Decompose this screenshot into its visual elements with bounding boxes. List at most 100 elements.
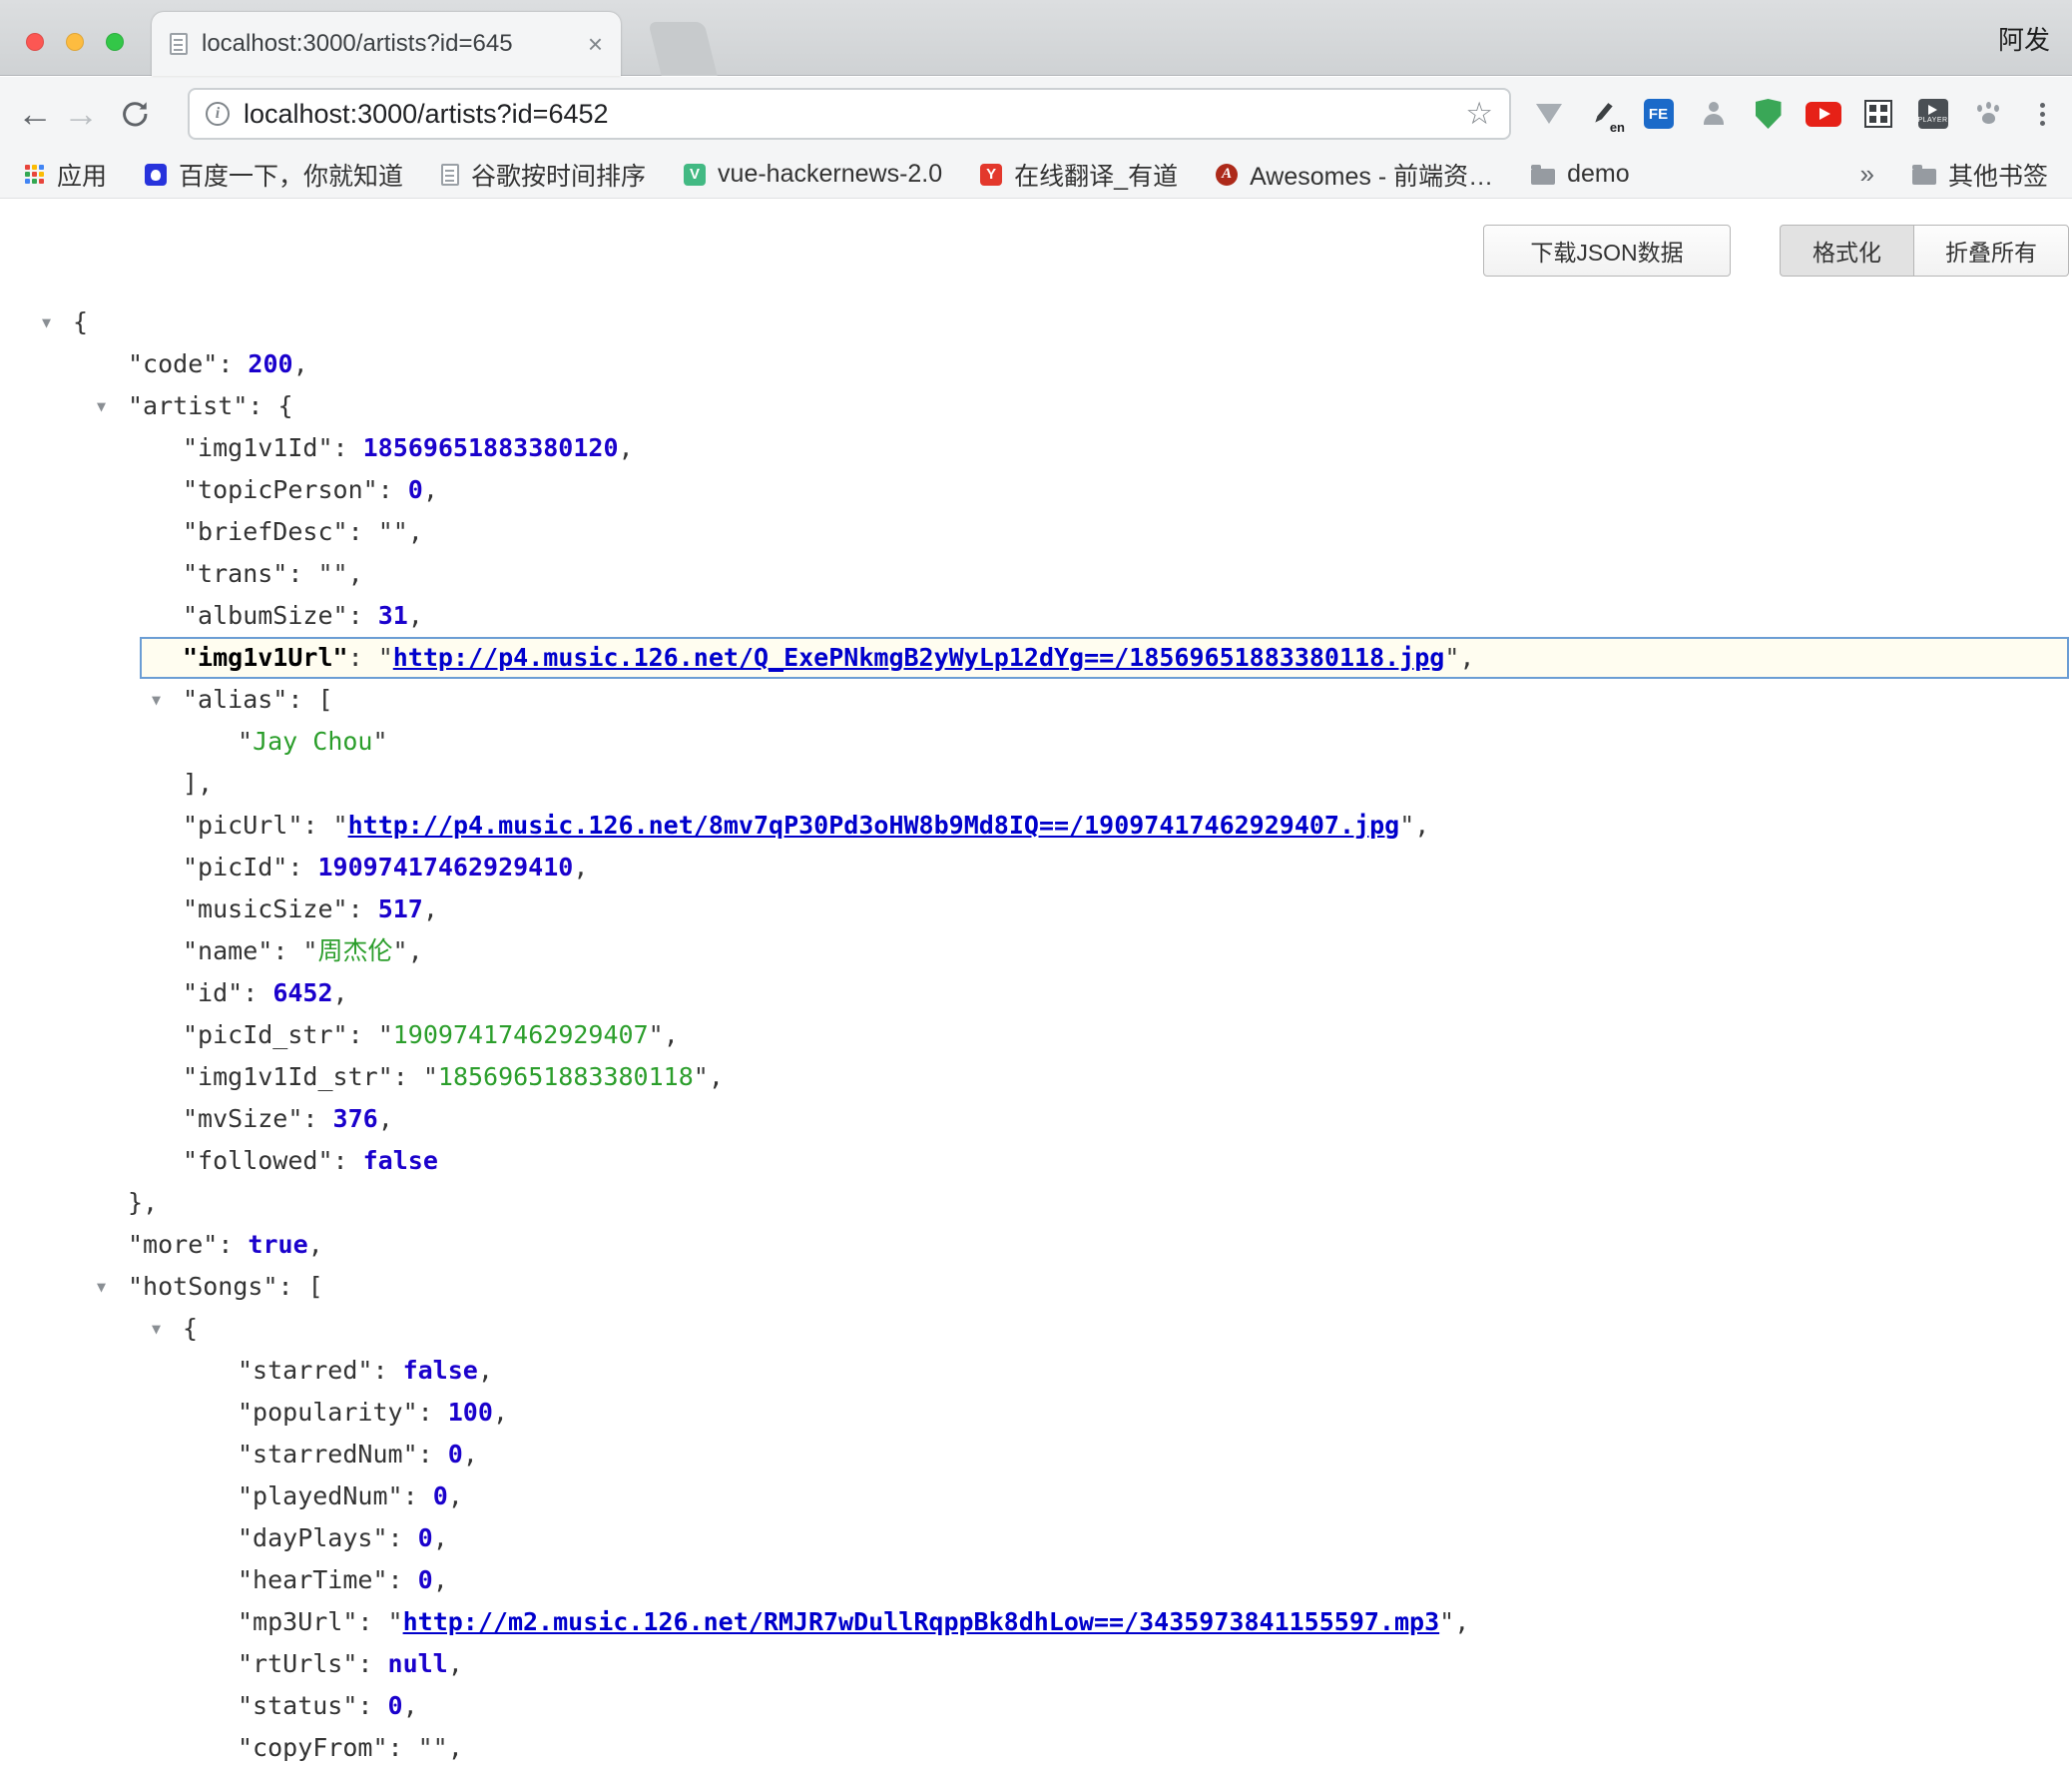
bookmark-item-apps[interactable]: 应用	[24, 157, 107, 193]
json-line: ▼"hotSongs": [	[0, 1266, 2072, 1308]
json-token: ,	[408, 601, 423, 630]
tab-title: localhost:3000/artists?id=645	[202, 30, 574, 58]
json-line: "starred": false,	[0, 1350, 2072, 1392]
json-line: "Jay Chou"	[0, 721, 2072, 763]
bookmark-item-google-sort[interactable]: 谷歌按时间排序	[441, 157, 646, 193]
json-url-link[interactable]: http://m2.music.126.net/RMJR7wDullRqppBk…	[403, 1607, 1440, 1636]
collapse-toggle-icon[interactable]: ▼	[97, 1266, 106, 1308]
browser-menu-button[interactable]	[2015, 77, 2070, 151]
json-token: "topicPerson"	[183, 475, 378, 504]
collapse-toggle-icon[interactable]: ▼	[152, 1308, 161, 1350]
bookmark-item-demo[interactable]: demo	[1531, 160, 1630, 189]
vue-devtools-extension-icon[interactable]	[1521, 77, 1576, 151]
json-token: "	[423, 1062, 438, 1091]
json-token: :	[378, 475, 408, 504]
new-tab-button[interactable]	[648, 22, 717, 76]
profile-extension-icon[interactable]	[1686, 77, 1741, 151]
translate-pen-extension-icon[interactable]: en	[1576, 77, 1631, 151]
address-bar[interactable]: i localhost:3000/artists?id=6452 ☆	[188, 88, 1511, 140]
qrcode-extension-icon[interactable]	[1850, 77, 1905, 151]
reload-icon	[119, 98, 151, 130]
player-icon: PLAYER	[1918, 99, 1948, 129]
tab-close-icon[interactable]: ×	[588, 31, 603, 57]
json-token: 6452	[272, 978, 332, 1007]
json-token: "popularity"	[238, 1398, 418, 1427]
json-token: 0	[408, 475, 423, 504]
player-extension-icon[interactable]: PLAYER	[1905, 77, 1960, 151]
json-token: :	[218, 349, 248, 378]
bookmark-label: Awesomes - 前端资…	[1250, 157, 1493, 193]
json-token: "	[388, 1607, 403, 1636]
json-token: "picUrl"	[183, 811, 302, 840]
fe-extension-icon[interactable]: FE	[1631, 77, 1686, 151]
back-button[interactable]: ←	[12, 77, 58, 151]
bookmark-label: 百度一下，你就知道	[179, 157, 403, 193]
json-token: :	[388, 1565, 418, 1594]
bookmark-star-icon[interactable]: ☆	[1465, 96, 1493, 132]
json-token: "img1v1Url"	[183, 643, 348, 672]
json-token: :	[357, 1691, 387, 1720]
json-token: ,	[403, 1691, 418, 1720]
json-token: ,	[448, 1481, 463, 1510]
vue-gray-icon	[1536, 104, 1562, 124]
json-url-link[interactable]: http://p4.music.126.net/Q_ExePNkmgB2yWyL…	[393, 643, 1445, 672]
bookmark-item-vue-hackernews[interactable]: V vue-hackernews-2.0	[684, 160, 942, 189]
json-token: ,	[348, 559, 363, 588]
other-bookmarks-folder[interactable]: 其他书签	[1912, 157, 2048, 193]
collapse-toggle-icon[interactable]: ▼	[42, 301, 51, 343]
json-token: "playedNum"	[238, 1481, 403, 1510]
paw-extension-icon[interactable]	[1960, 77, 2015, 151]
bookmarks-overflow-chevron[interactable]: »	[1860, 159, 1874, 190]
bookmark-item-baidu[interactable]: 百度一下，你就知道	[145, 157, 403, 193]
kebab-menu-icon	[2040, 103, 2045, 108]
json-token: "briefDesc"	[183, 517, 348, 546]
json-url-link[interactable]: http://p4.music.126.net/8mv7qP30Pd3oHW8b…	[348, 811, 1400, 840]
bookmark-label: 谷歌按时间排序	[471, 157, 646, 193]
bookmark-item-awesomes[interactable]: A Awesomes - 前端资…	[1216, 157, 1493, 193]
zoom-window-button[interactable]	[106, 33, 124, 51]
json-line: "img1v1Id_str": "18569651883380118",	[0, 1056, 2072, 1098]
collapse-toggle-icon[interactable]: ▼	[97, 385, 106, 427]
minimize-window-button[interactable]	[66, 33, 84, 51]
json-token: "picId"	[183, 853, 287, 882]
json-line: "picId_str": "19097417462929407",	[0, 1014, 2072, 1056]
apps-grid-icon	[24, 164, 45, 185]
json-token: 19097417462929410	[317, 853, 573, 882]
bookmark-item-youdao[interactable]: Y 在线翻译_有道	[980, 157, 1178, 193]
json-token: ,	[1459, 643, 1474, 672]
youtube-extension-icon[interactable]	[1796, 77, 1850, 151]
json-token: "	[333, 811, 348, 840]
profile-name[interactable]: 阿发	[1998, 0, 2050, 76]
extension-strip: en FE PLAYER	[1521, 77, 2070, 151]
json-token: :	[388, 1523, 418, 1552]
json-token: "	[1444, 643, 1459, 672]
json-line: },	[0, 1182, 2072, 1224]
json-token: ,	[408, 936, 423, 965]
collapse-toggle-icon[interactable]: ▼	[152, 679, 161, 721]
json-line: "briefDesc": "",	[0, 511, 2072, 553]
json-token: ,	[448, 1649, 463, 1678]
url-input[interactable]: localhost:3000/artists?id=6452	[244, 99, 1451, 130]
bookmark-label: vue-hackernews-2.0	[718, 160, 942, 189]
youdao-icon: Y	[980, 164, 1002, 186]
shield-extension-icon[interactable]	[1741, 77, 1796, 151]
json-line: ▼"alias": [	[0, 679, 2072, 721]
close-window-button[interactable]	[26, 33, 44, 51]
json-token: 31	[378, 601, 408, 630]
page-info-icon[interactable]: i	[206, 102, 230, 126]
json-token: "	[694, 1062, 709, 1091]
json-token: ,	[619, 433, 634, 462]
json-line: "id": 6452,	[0, 972, 2072, 1014]
json-token: "mp3Url"	[238, 1607, 357, 1636]
json-token: :	[287, 853, 317, 882]
json-token: :	[348, 601, 378, 630]
json-token: ,	[333, 978, 348, 1007]
json-token: :	[302, 811, 332, 840]
json-token: : {	[248, 391, 292, 420]
bookmark-label: 在线翻译_有道	[1014, 157, 1178, 193]
browser-tab[interactable]: localhost:3000/artists?id=645 ×	[152, 12, 621, 76]
json-token: :	[287, 559, 317, 588]
json-token: "followed"	[183, 1146, 333, 1175]
json-line: "picId": 19097417462929410,	[0, 847, 2072, 888]
reload-button[interactable]	[112, 77, 158, 151]
